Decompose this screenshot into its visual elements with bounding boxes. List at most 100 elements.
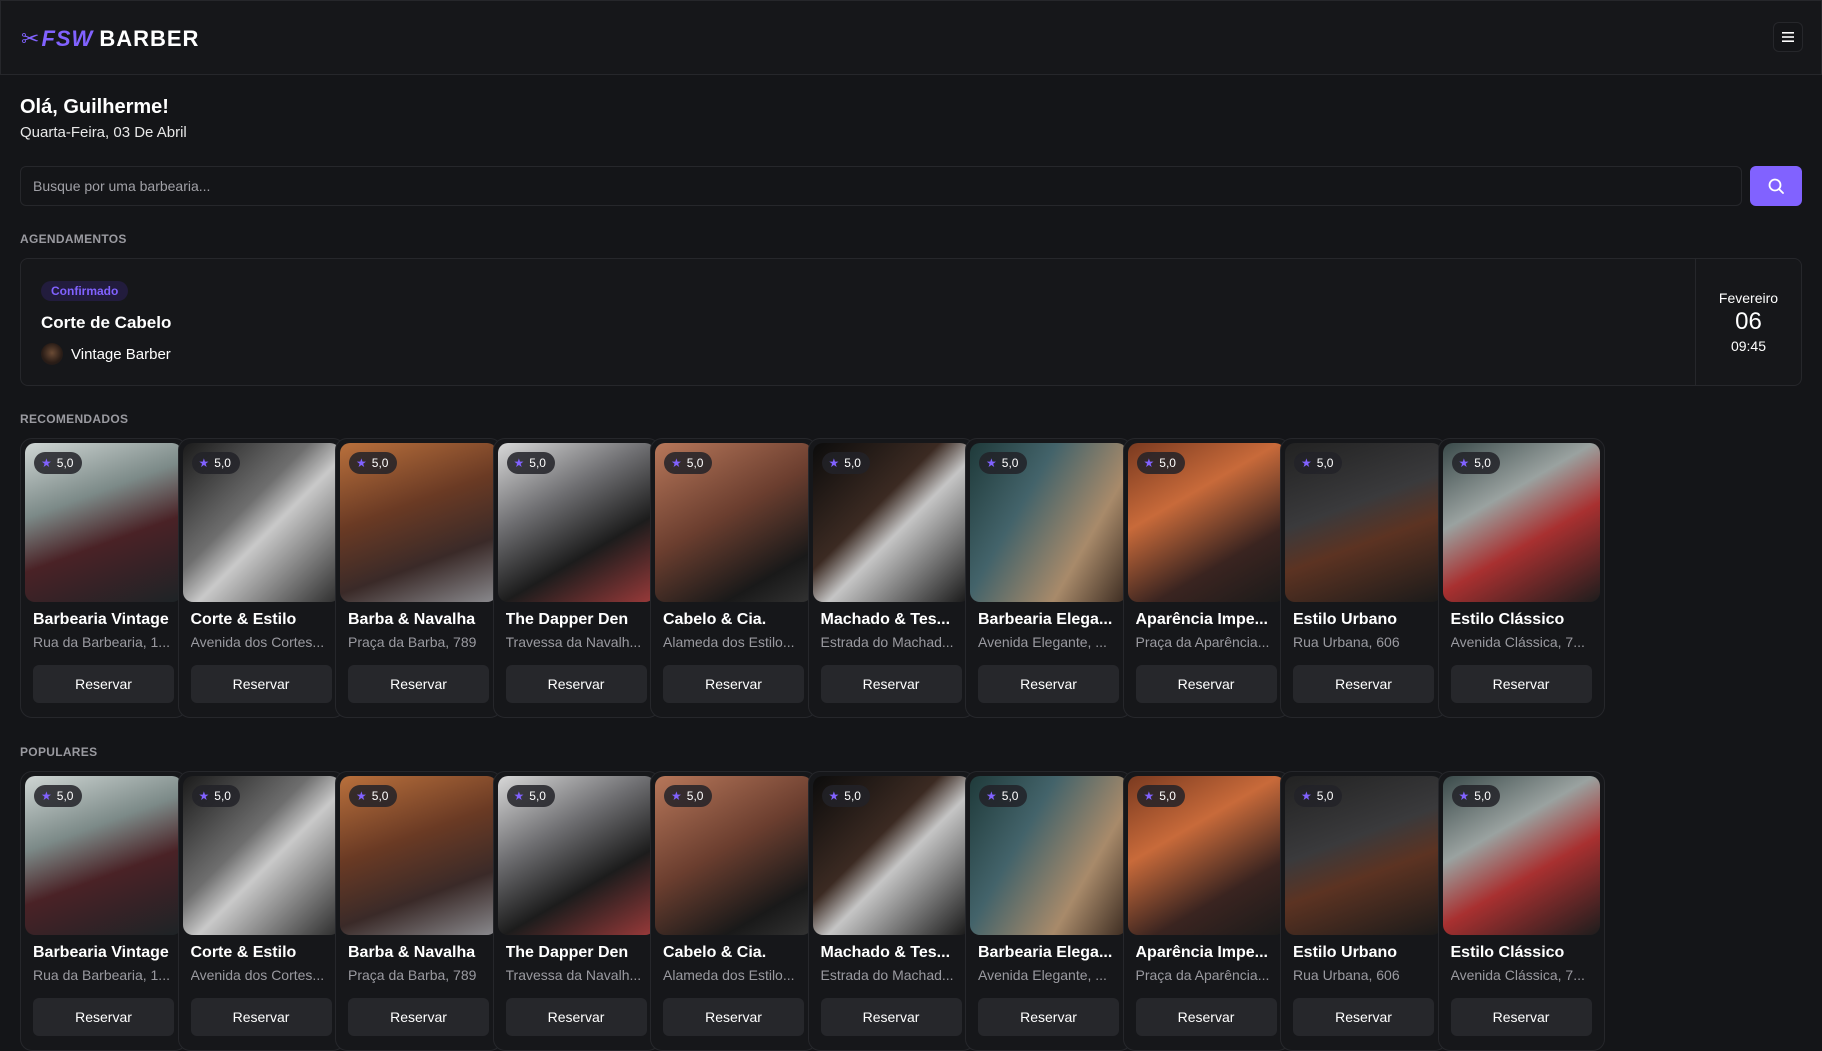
barbershop-card[interactable]: ★ 5,0 Aparência Impe... Praça da Aparência.… — [1122, 771, 1290, 1051]
barbershop-card[interactable]: ★ 5,0 Cabelo & Cia. Alameda dos Estilo... Re… — [650, 438, 817, 718]
barbershop-image[interactable]: ★ 5,0 — [1442, 443, 1600, 602]
booking-barbershop: Vintage Barber — [41, 343, 171, 365]
rating-value: 5,0 — [529, 789, 546, 803]
barbershop-image[interactable]: ★ 5,0 — [25, 776, 182, 935]
reserve-button[interactable]: Reservar — [1293, 998, 1434, 1036]
app-logo[interactable]: ✂ FSW BARBER — [21, 26, 199, 52]
barbershop-card[interactable]: ★ 5,0 Machado & Tes... Estrada do Machad...… — [807, 771, 975, 1051]
search-input[interactable] — [20, 166, 1742, 206]
reserve-button[interactable]: Reservar — [505, 665, 647, 703]
search-icon — [1768, 178, 1784, 194]
barbershop-image[interactable]: ★ 5,0 — [340, 776, 497, 935]
barbershop-card[interactable]: ★ 5,0 The Dapper Den Travessa da Navalh... R… — [492, 438, 660, 718]
popular-carousel[interactable]: ★ 5,0 Barbearia Vintage Rua da Barbearia, 1… — [20, 771, 1822, 1051]
star-icon: ★ — [356, 789, 367, 803]
rating-badge: ★ 5,0 — [1294, 785, 1343, 807]
barbershop-image[interactable]: ★ 5,0 — [1127, 443, 1285, 602]
reserve-button[interactable]: Reservar — [978, 665, 1119, 703]
recommended-carousel[interactable]: ★ 5,0 Barbearia Vintage Rua da Barbearia, 1… — [20, 438, 1822, 718]
barbershop-address: Avenida Clássica, 7... — [1450, 967, 1585, 983]
search-button[interactable] — [1750, 166, 1802, 206]
bookings-section-title: AGENDAMENTOS — [20, 232, 127, 246]
barbershop-image[interactable]: ★ 5,0 — [182, 776, 340, 935]
barbershop-image[interactable]: ★ 5,0 — [812, 443, 970, 602]
reserve-button[interactable]: Reservar — [190, 665, 332, 703]
reserve-button[interactable]: Reservar — [978, 998, 1119, 1036]
booking-card[interactable]: Confirmado Corte de Cabelo Vintage Barbe… — [20, 258, 1802, 386]
barbershop-card[interactable]: ★ 5,0 Estilo Urbano Rua Urbana, 606 Reservar — [1280, 438, 1447, 718]
star-icon: ★ — [671, 789, 682, 803]
barbershop-image[interactable]: ★ 5,0 — [1285, 443, 1442, 602]
barbershop-card[interactable]: ★ 5,0 Machado & Tes... Estrada do Machad...… — [807, 438, 975, 718]
barbershop-card[interactable]: ★ 5,0 Barbearia Vintage Rua da Barbearia, 1… — [20, 771, 187, 1051]
barbershop-image[interactable]: ★ 5,0 — [970, 776, 1127, 935]
reserve-button[interactable]: Reservar — [348, 998, 489, 1036]
barbershop-card[interactable]: ★ 5,0 Barba & Navalha Praça da Barba, 789 Re… — [335, 771, 502, 1051]
rating-value: 5,0 — [1159, 789, 1176, 803]
barbershop-image[interactable]: ★ 5,0 — [655, 443, 812, 602]
reserve-button[interactable]: Reservar — [663, 665, 804, 703]
barbershop-address: Avenida dos Cortes... — [190, 634, 325, 650]
barbershop-name: Corte & Estilo — [190, 611, 297, 628]
barbershop-card[interactable]: ★ 5,0 Corte & Estilo Avenida dos Cortes... R… — [177, 771, 345, 1051]
rating-value: 5,0 — [1001, 789, 1019, 803]
reserve-button[interactable]: Reservar — [820, 998, 962, 1036]
barbershop-card[interactable]: ★ 5,0 Barbearia Vintage Rua da Barbearia, 1… — [20, 438, 187, 718]
reserve-button[interactable]: Reservar — [1450, 998, 1592, 1036]
barbershop-card[interactable]: ★ 5,0 Corte & Estilo Avenida dos Cortes... R… — [177, 438, 345, 718]
barbershop-image[interactable]: ★ 5,0 — [340, 443, 497, 602]
star-icon: ★ — [1458, 789, 1470, 803]
booking-time: 09:45 — [1730, 338, 1767, 354]
barbershop-card[interactable]: ★ 5,0 Estilo Clássico Avenida Clássica, 7..… — [1437, 771, 1605, 1051]
rating-badge: ★ 5,0 — [34, 785, 83, 807]
current-date: Quarta-Feira, 03 De Abril — [20, 124, 187, 141]
barbershop-card[interactable]: ★ 5,0 The Dapper Den Travessa da Navalh... R… — [492, 771, 660, 1051]
star-icon: ★ — [986, 456, 997, 470]
star-icon: ★ — [1458, 456, 1470, 470]
barbershop-name: Barbearia Vintage — [33, 944, 169, 961]
rating-badge: ★ 5,0 — [821, 785, 870, 807]
barbershop-address: Travessa da Navalh... — [505, 967, 642, 983]
barbershop-image[interactable]: ★ 5,0 — [655, 776, 812, 935]
reserve-button[interactable]: Reservar — [1135, 665, 1277, 703]
barbershop-card[interactable]: ★ 5,0 Estilo Urbano Rua Urbana, 606 Reservar — [1280, 771, 1447, 1051]
star-icon: ★ — [41, 456, 52, 470]
barbershop-card[interactable]: ★ 5,0 Cabelo & Cia. Alameda dos Estilo... Re… — [650, 771, 817, 1051]
barbershop-address: Rua Urbana, 606 — [1293, 634, 1400, 650]
reserve-button[interactable]: Reservar — [33, 998, 174, 1036]
barbershop-image[interactable]: ★ 5,0 — [812, 776, 970, 935]
barbershop-name: Machado & Tes... — [820, 944, 951, 961]
barbershop-image[interactable]: ★ 5,0 — [970, 443, 1127, 602]
rating-value: 5,0 — [686, 789, 704, 803]
reserve-button[interactable]: Reservar — [1450, 665, 1592, 703]
reserve-button[interactable]: Reservar — [663, 998, 804, 1036]
barbershop-card[interactable]: ★ 5,0 Aparência Impe... Praça da Aparência.… — [1122, 438, 1290, 718]
rating-badge: ★ 5,0 — [821, 452, 870, 474]
booking-service: Corte de Cabelo — [41, 313, 172, 332]
barbershop-image[interactable]: ★ 5,0 — [182, 443, 340, 602]
rating-value: 5,0 — [1474, 456, 1491, 470]
barbershop-name: Estilo Urbano — [1293, 944, 1398, 961]
barbershop-image[interactable]: ★ 5,0 — [25, 443, 182, 602]
barbershop-card[interactable]: ★ 5,0 Barbearia Elega... Avenida Elegante, … — [965, 771, 1132, 1051]
barbershop-card[interactable]: ★ 5,0 Barbearia Elega... Avenida Elegante, … — [965, 438, 1132, 718]
barbershop-name: Barbearia Vintage — [33, 611, 169, 628]
reserve-button[interactable]: Reservar — [190, 998, 332, 1036]
reserve-button[interactable]: Reservar — [820, 665, 962, 703]
reserve-button[interactable]: Reservar — [505, 998, 647, 1036]
barbershop-card[interactable]: ★ 5,0 Estilo Clássico Avenida Clássica, 7..… — [1437, 438, 1605, 718]
barbershop-image[interactable]: ★ 5,0 — [497, 776, 655, 935]
barbershop-image[interactable]: ★ 5,0 — [497, 443, 655, 602]
reserve-button[interactable]: Reservar — [1135, 998, 1277, 1036]
barbershop-name: Estilo Urbano — [1293, 611, 1398, 628]
barbershop-card[interactable]: ★ 5,0 Barba & Navalha Praça da Barba, 789 Re… — [335, 438, 502, 718]
reserve-button[interactable]: Reservar — [348, 665, 489, 703]
menu-button[interactable] — [1773, 22, 1803, 52]
barbershop-image[interactable]: ★ 5,0 — [1442, 776, 1600, 935]
reserve-button[interactable]: Reservar — [33, 665, 174, 703]
rating-value: 5,0 — [1001, 456, 1019, 470]
reserve-button[interactable]: Reservar — [1293, 665, 1434, 703]
barbershop-image[interactable]: ★ 5,0 — [1285, 776, 1442, 935]
barbershop-image[interactable]: ★ 5,0 — [1127, 776, 1285, 935]
barbershop-name: Barba & Navalha — [348, 944, 476, 961]
